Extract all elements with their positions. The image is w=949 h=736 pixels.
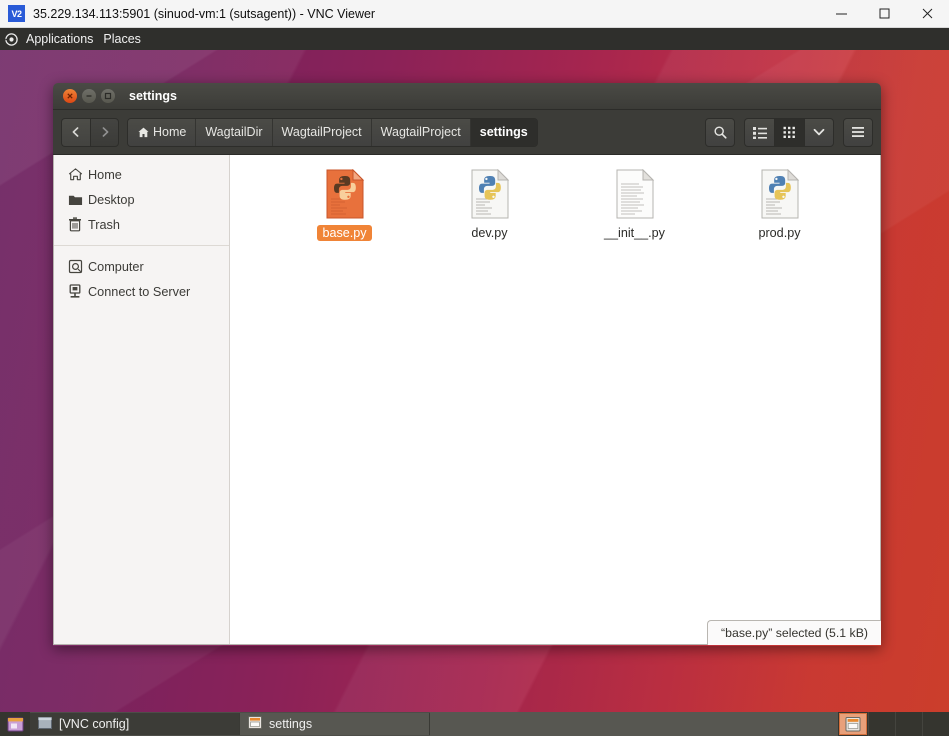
gnome-top-panel: Applications Places [0, 28, 949, 50]
sidebar-item-label: Desktop [88, 192, 135, 207]
window-icon [38, 716, 52, 732]
folder-icon [68, 193, 88, 207]
python-file-icon [470, 167, 510, 219]
file-label: base.py [317, 225, 372, 241]
python-file-icon [760, 167, 800, 219]
server-icon [68, 284, 88, 299]
taskbar-spacer [430, 712, 838, 736]
breadcrumb-item-settings[interactable]: settings [470, 118, 537, 146]
show-desktop-icon[interactable] [0, 712, 30, 736]
taskbar-window-label: settings [269, 717, 313, 731]
close-icon[interactable] [906, 0, 949, 28]
breadcrumb: Home WagtailDir WagtailProject WagtailPr… [127, 117, 538, 147]
panel-menu-places[interactable]: Places [100, 30, 148, 49]
file-label: prod.py [758, 226, 801, 240]
sidebar-divider [54, 245, 229, 246]
list-view-icon[interactable] [744, 117, 774, 147]
sidebar-item-desktop[interactable]: Desktop [54, 187, 229, 212]
breadcrumb-label: Home [153, 125, 187, 139]
search-icon[interactable] [705, 117, 735, 147]
breadcrumb-item-wagtaildir[interactable]: WagtailDir [196, 118, 273, 146]
chevron-down-icon[interactable] [804, 117, 834, 147]
vnc-window-controls [820, 0, 949, 28]
vnc-window-title: 35.229.134.113:5901 (sinuod-vm:1 (sutsag… [33, 6, 376, 21]
sidebar-item-label: Home [88, 167, 122, 182]
taskbar-window-vnc-config[interactable]: [VNC config] [30, 713, 240, 735]
vnc-viewer-window: V2 35.229.134.113:5901 (sinuod-vm:1 (sut… [0, 0, 949, 736]
taskbar-tray [838, 712, 949, 736]
taskbar-window-label: [VNC config] [59, 717, 130, 731]
window-maximize-button[interactable] [101, 89, 115, 103]
hamburger-menu-icon[interactable] [843, 117, 873, 147]
toolbar-right-group [705, 117, 873, 147]
breadcrumb-label: WagtailProject [281, 125, 362, 139]
file-label: __init__.py [604, 226, 665, 240]
icon-grid: base.py dev.py __init__.py prod.py [230, 167, 880, 241]
tray-cell-3[interactable] [922, 712, 949, 736]
file-item-prod-py[interactable]: prod.py [707, 167, 852, 241]
remote-desktop: Applications Places settings Home Wagtai… [0, 28, 949, 736]
file-manager-body: Home Desktop Trash Computer Connect to S… [53, 155, 881, 645]
sidebar-item-computer[interactable]: Computer [54, 254, 229, 279]
sidebar-item-trash[interactable]: Trash [54, 212, 229, 237]
file-item-dev-py[interactable]: dev.py [417, 167, 562, 241]
breadcrumb-label: WagtailProject [380, 125, 461, 139]
ubuntu-logo-icon [5, 32, 18, 46]
navigation-buttons [61, 117, 119, 147]
file-manager-icon [248, 716, 262, 732]
minimize-icon[interactable] [820, 0, 863, 28]
trash-icon [68, 217, 88, 232]
sidebar-item-home[interactable]: Home [54, 162, 229, 187]
sidebar-item-label: Connect to Server [88, 284, 191, 299]
window-close-button[interactable] [63, 89, 77, 103]
breadcrumb-label: settings [479, 125, 528, 139]
back-button[interactable] [61, 117, 90, 147]
maximize-icon[interactable] [863, 0, 906, 28]
text-file-icon [615, 167, 655, 219]
file-manager-toolbar: Home WagtailDir WagtailProject WagtailPr… [53, 110, 881, 155]
breadcrumb-item-wagtailproject-1[interactable]: WagtailProject [272, 118, 372, 146]
vnc-titlebar: V2 35.229.134.113:5901 (sinuod-vm:1 (sut… [0, 0, 949, 28]
home-icon [68, 167, 88, 182]
file-manager-title: settings [129, 89, 177, 103]
sidebar-item-label: Computer [88, 259, 144, 274]
taskbar-window-settings[interactable]: settings [240, 713, 430, 735]
computer-icon [68, 259, 88, 274]
file-manager-titlebar[interactable]: settings [53, 83, 881, 110]
file-item-base-py[interactable]: base.py [272, 167, 417, 241]
tray-cell-1[interactable] [868, 712, 895, 736]
sidebar: Home Desktop Trash Computer Connect to S… [54, 155, 230, 644]
status-bar: “base.py” selected (5.1 kB) [707, 620, 881, 645]
file-manager-window: settings Home WagtailDir WagtailProject … [53, 83, 881, 646]
tray-cell-2[interactable] [895, 712, 922, 736]
grid-view-icon[interactable] [774, 117, 804, 147]
sidebar-item-connect-to-server[interactable]: Connect to Server [54, 279, 229, 304]
view-mode-group [744, 117, 834, 147]
breadcrumb-item-wagtailproject-2[interactable]: WagtailProject [371, 118, 471, 146]
breadcrumb-label: WagtailDir [205, 125, 263, 139]
sidebar-item-label: Trash [88, 217, 120, 232]
panel-menu-applications[interactable]: Applications [23, 30, 100, 49]
file-label: dev.py [471, 226, 508, 240]
file-item-init-py[interactable]: __init__.py [562, 167, 707, 241]
forward-button[interactable] [90, 117, 119, 147]
home-icon [137, 126, 150, 139]
breadcrumb-item-home[interactable]: Home [128, 118, 197, 146]
vnc-app-icon: V2 [8, 5, 25, 22]
python-file-icon [325, 167, 365, 219]
taskbar: [VNC config] settings [0, 712, 949, 736]
tray-file-manager-icon[interactable] [839, 713, 867, 735]
file-list-area[interactable]: base.py dev.py __init__.py prod.py “base… [230, 155, 881, 645]
window-minimize-button[interactable] [82, 89, 96, 103]
